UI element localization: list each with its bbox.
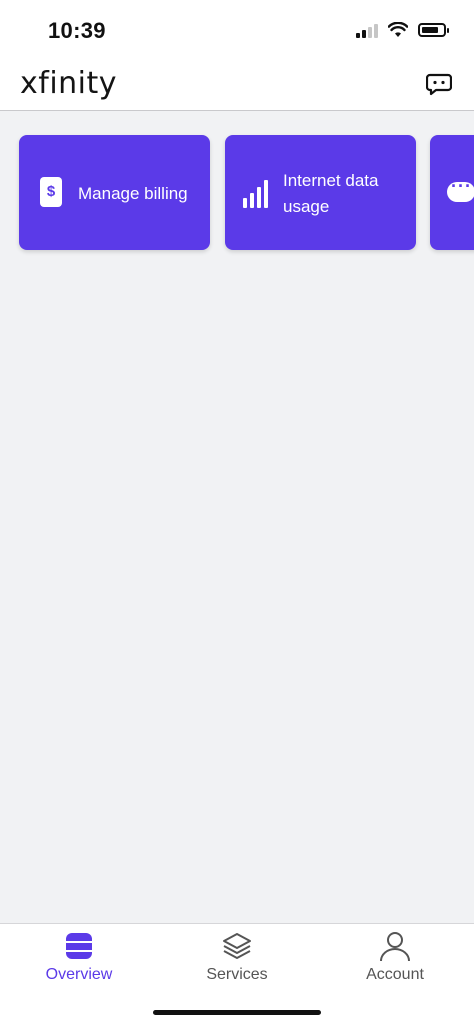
layers-icon xyxy=(223,933,251,959)
chat-bubble-icon[interactable] xyxy=(425,72,453,96)
quick-actions-row: $ Manage billing Internet data usage xyxy=(0,135,474,250)
tab-overview[interactable]: Overview xyxy=(0,924,158,994)
bar-chart-icon xyxy=(243,178,271,208)
status-icons xyxy=(356,22,449,38)
tab-label: Account xyxy=(366,966,424,983)
battery-icon xyxy=(418,23,449,37)
tab-account[interactable]: Account xyxy=(316,924,474,994)
tab-label: Services xyxy=(206,966,268,983)
person-icon xyxy=(380,932,410,962)
cellular-signal-icon xyxy=(356,22,378,38)
card-label: Manage billing xyxy=(78,184,188,203)
chat-icon xyxy=(447,176,474,202)
home-indicator[interactable] xyxy=(153,1010,321,1015)
tab-services[interactable]: Services xyxy=(158,924,316,994)
chat-card[interactable] xyxy=(430,135,474,250)
manage-billing-card[interactable]: $ Manage billing xyxy=(19,135,210,250)
app-header: xfinity xyxy=(0,62,474,111)
internet-data-usage-card[interactable]: Internet data usage xyxy=(225,135,416,250)
dollar-icon: $ xyxy=(40,177,62,207)
overview-icon xyxy=(66,933,92,959)
wifi-icon xyxy=(388,22,408,37)
xfinity-logo: xfinity xyxy=(20,66,118,101)
card-label: Internet data usage xyxy=(283,171,379,216)
tab-label: Overview xyxy=(45,966,113,983)
status-bar: 10:39 xyxy=(0,0,474,62)
status-time: 10:39 xyxy=(48,18,106,43)
